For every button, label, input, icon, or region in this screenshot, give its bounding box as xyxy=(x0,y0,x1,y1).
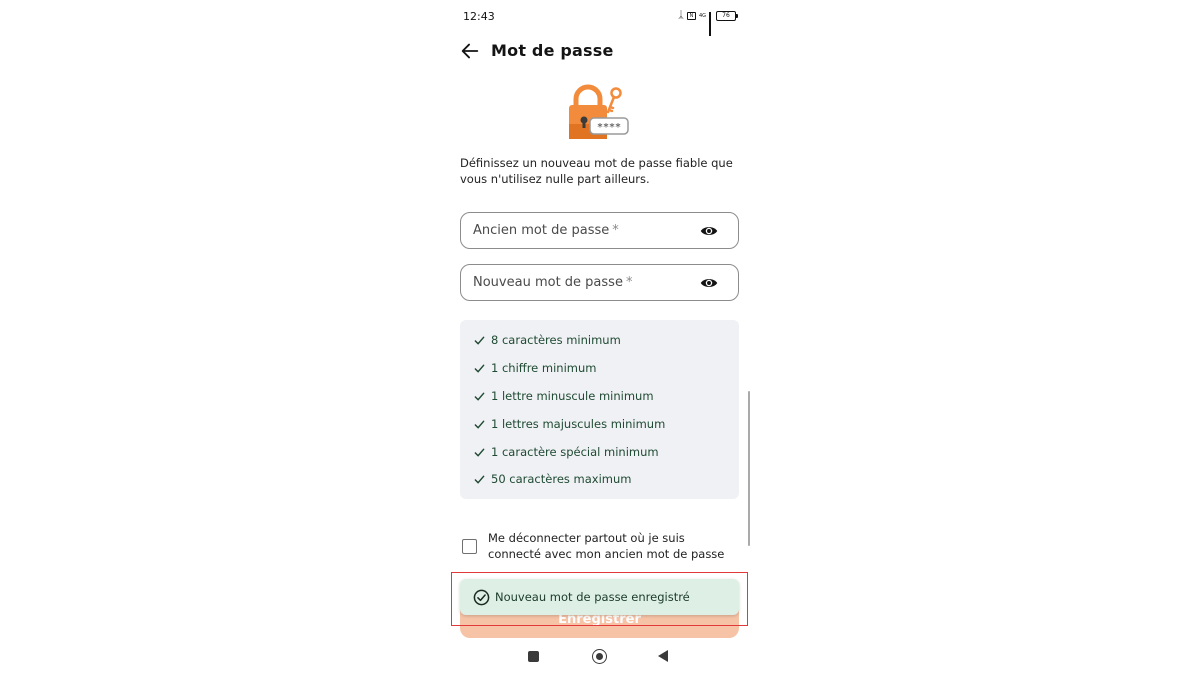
intro-text: Définissez un nouveau mot de passe fiabl… xyxy=(460,156,733,186)
rule-label: 1 caractère spécial minimum xyxy=(491,445,659,459)
signal-icon xyxy=(709,11,711,36)
rule-item: 1 caractère spécial minimum xyxy=(474,444,659,460)
home-icon[interactable] xyxy=(592,649,607,664)
rule-label: 1 lettres majuscules minimum xyxy=(491,417,666,431)
system-nav-bar xyxy=(450,645,750,669)
rule-label: 1 chiffre minimum xyxy=(491,361,597,375)
sim-icon: N xyxy=(686,12,696,20)
logout-everywhere-option[interactable]: Me déconnecter partout où je suis connec… xyxy=(460,530,745,564)
network-type-icon: 4G xyxy=(698,12,706,19)
padlock-key-illustration: **** xyxy=(569,84,629,139)
recent-apps-icon[interactable] xyxy=(528,651,539,662)
new-password-label: Nouveau mot de passe * xyxy=(473,275,633,290)
old-password-label: Ancien mot de passe * xyxy=(473,223,619,238)
old-password-field[interactable]: Ancien mot de passe * xyxy=(460,212,739,249)
status-bar: 12:43 ᛣ N 4G 76 xyxy=(450,8,750,36)
logout-everywhere-label: Me déconnecter partout où je suis connec… xyxy=(488,531,725,561)
status-icons: ᛣ N 4G 76 xyxy=(677,10,738,36)
check-icon xyxy=(474,364,485,372)
app-bar: Mot de passe xyxy=(450,36,750,66)
rule-item: 1 lettre minuscule minimum xyxy=(474,388,654,404)
rule-label: 50 caractères maximum xyxy=(491,472,632,486)
rule-item: 1 chiffre minimum xyxy=(474,360,596,376)
check-icon xyxy=(474,475,485,483)
back-triangle-icon[interactable] xyxy=(658,650,668,662)
new-password-field[interactable]: Nouveau mot de passe * xyxy=(460,264,739,301)
battery-icon: 76 xyxy=(716,11,738,21)
rule-item: 50 caractères maximum xyxy=(474,471,631,487)
password-mask: **** xyxy=(597,122,621,133)
rule-label: 1 lettre minuscule minimum xyxy=(491,389,654,403)
logout-everywhere-checkbox[interactable] xyxy=(462,539,477,554)
eye-icon[interactable] xyxy=(700,224,718,238)
rule-item: 1 lettres majuscules minimum xyxy=(474,416,665,432)
scrollbar[interactable] xyxy=(748,391,750,546)
eye-icon[interactable] xyxy=(700,276,718,290)
check-icon xyxy=(474,392,485,400)
bluetooth-icon: ᛣ xyxy=(677,10,684,21)
check-icon xyxy=(474,448,485,456)
highlight-box xyxy=(451,572,748,626)
password-rules-panel: 8 caractères minimum 1 chiffre minimum 1… xyxy=(460,320,739,499)
status-time: 12:43 xyxy=(463,10,495,23)
required-mark: * xyxy=(625,275,633,290)
rule-item: 8 caractères minimum xyxy=(474,332,621,348)
check-icon xyxy=(474,420,485,428)
required-mark: * xyxy=(612,223,619,238)
rule-label: 8 caractères minimum xyxy=(491,333,621,347)
page-title: Mot de passe xyxy=(491,41,614,60)
arrow-left-icon[interactable] xyxy=(459,40,481,62)
check-icon xyxy=(474,336,485,344)
